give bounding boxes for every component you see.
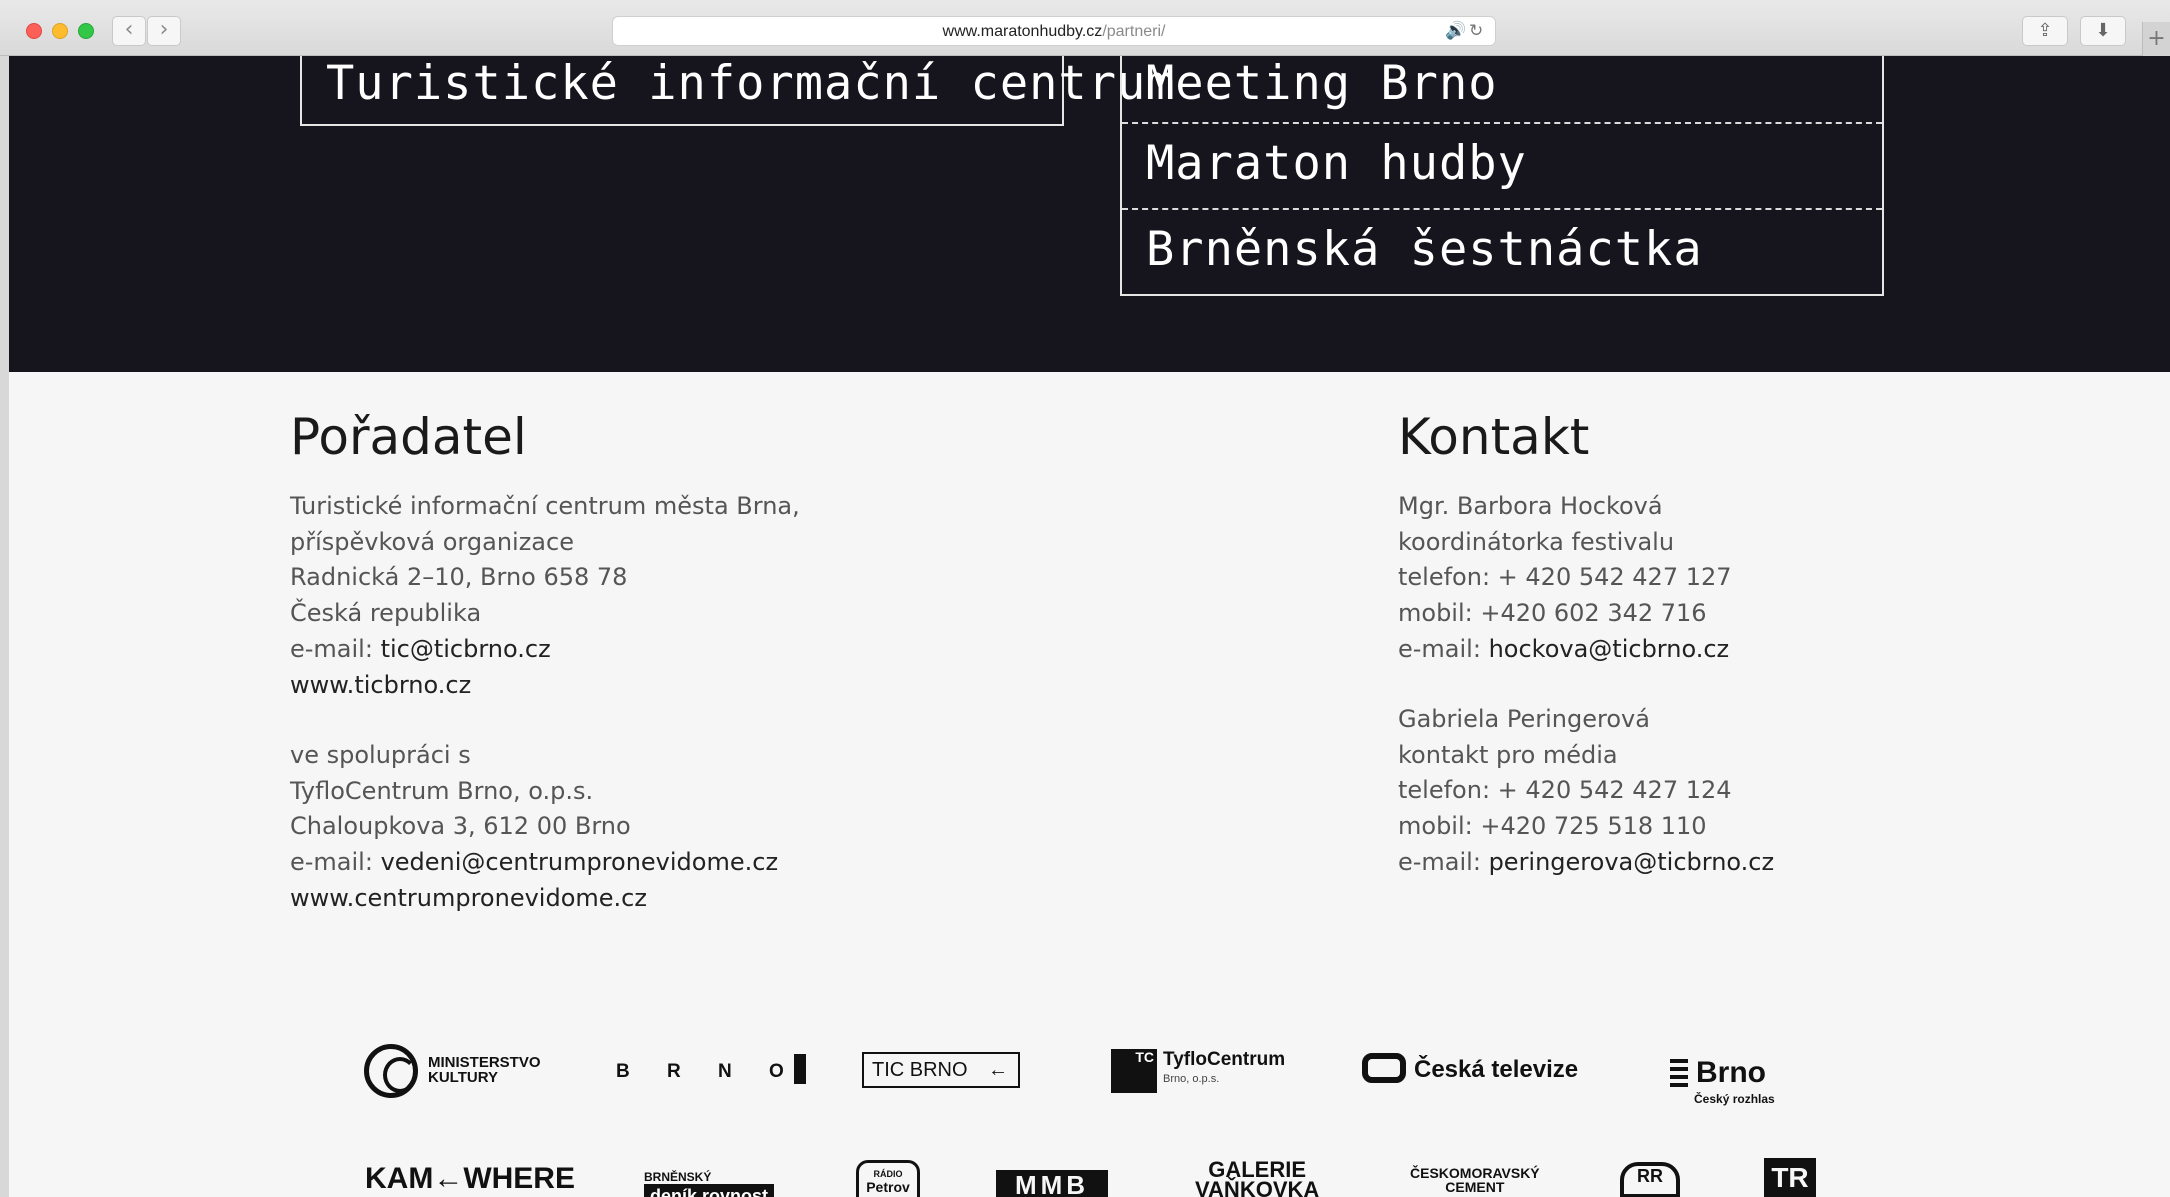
contact-mobile: mobil: +420 725 518 110 (1398, 812, 1707, 841)
contact-name: Gabriela Peringerová (1398, 705, 1650, 733)
tic-link-box[interactable]: Turistické informační centrum (300, 56, 1175, 126)
mmb-logo[interactable]: MMB (996, 1170, 1108, 1197)
partner-link-label[interactable]: Maraton hudby (1146, 136, 1527, 191)
address-line: Radnická 2–10, Brno 658 78 (290, 563, 628, 592)
logo-subtext: Český rozhlas (1694, 1092, 1775, 1106)
logo-text: KULTURY (428, 1069, 498, 1086)
logo-text: Petrov (866, 1179, 910, 1195)
chevron-right-icon: › (159, 17, 169, 42)
contact-role: koordinátorka festivalu (1398, 527, 1675, 556)
tic-brno-logo[interactable]: TIC BRNO ← (862, 1052, 1020, 1088)
partner-link-label[interactable]: Meeting Brno (1146, 56, 1498, 111)
back-button[interactable]: ‹ (112, 16, 146, 46)
email-line: e-mail: tic@ticbrno.cz (290, 632, 800, 668)
close-window-button[interactable] (26, 23, 42, 39)
address-line: TyfloCentrum Brno, o.p.s. (290, 776, 594, 805)
address-line: Chaloupkova 3, 612 00 Brno (290, 812, 631, 841)
ct-mark-icon (1362, 1053, 1406, 1083)
brno-bar-icon (793, 1054, 806, 1084)
radio-petrov-logo[interactable]: RÁDIO Petrov (856, 1160, 920, 1197)
galerie-vankovka-logo[interactable]: GALERIE VAŇKOVKA (1195, 1159, 1320, 1197)
ministerstvo-emblem-icon (364, 1044, 418, 1098)
download-button[interactable]: ⬇ (2080, 16, 2126, 46)
web-link[interactable]: www.ticbrno.cz (290, 668, 800, 704)
poradatel-address: Turistické informační centrum města Brna… (290, 489, 800, 703)
email-line: e-mail: hockova@ticbrno.cz (1398, 632, 1732, 668)
address-line: Turistické informační centrum města Brna… (290, 492, 800, 520)
partner-links-box: Meeting Brno Maraton hudby Brněnská šest… (1120, 56, 1884, 296)
email-label: e-mail: (290, 848, 381, 877)
logo-subtext: Brno, o.p.s. (1163, 1073, 1220, 1085)
logo-subtext: BRNĚNSKÝ (644, 1170, 712, 1184)
address-line: ve spolupráci s (290, 741, 471, 769)
logo-text: TIC BRNO (872, 1059, 968, 1081)
rr-logo[interactable]: RR (1620, 1162, 1680, 1197)
email-label: e-mail: (290, 634, 381, 663)
tic-link[interactable]: Turistické informační centrum (326, 56, 1176, 111)
email-line: e-mail: peringerova@ticbrno.cz (1398, 845, 1774, 881)
logo-text: deník rovnost (644, 1184, 775, 1197)
zoom-window-button[interactable] (78, 23, 94, 39)
ceska-televize-logo[interactable]: Česká televize (1362, 1053, 1578, 1084)
contact-person-2: Gabriela Peringerová kontakt pro média t… (1398, 702, 1774, 881)
logo-text: Česká televize (1414, 1056, 1579, 1083)
tyflocentrum-icon: TC (1111, 1049, 1157, 1093)
logo-text: B R N O (616, 1061, 800, 1082)
minimize-window-button[interactable] (52, 23, 68, 39)
cooperation-address: ve spolupráci s TyfloCentrum Brno, o.p.s… (290, 738, 778, 917)
email-label: e-mail: (1398, 634, 1489, 663)
email-label: e-mail: (1398, 847, 1489, 876)
url-path: /partneri/ (1102, 23, 1166, 40)
arrow-left-icon: ← (988, 1059, 1008, 1081)
logo-text: CEMENT (1445, 1179, 1505, 1195)
share-icon: ⇪ (2037, 20, 2053, 41)
browser-toolbar: ‹ › www.maratonhudby.cz/partneri/ 🔊 ↻ ⇪ … (0, 0, 2170, 56)
address-bar[interactable]: www.maratonhudby.cz/partneri/ 🔊 ↻ (612, 16, 1496, 46)
url-host: www.maratonhudby.cz (942, 23, 1103, 40)
logo-text: VAŇKOVKA (1195, 1177, 1320, 1197)
address-line: Česká republika (290, 599, 482, 628)
reload-icon[interactable]: ↻ (1469, 21, 1483, 41)
contact-role: kontakt pro média (1398, 740, 1618, 769)
window-edge (0, 56, 9, 1197)
partner-link-label[interactable]: Brněnská šestnáctka (1146, 222, 1703, 277)
plus-icon: + (2147, 26, 2166, 51)
chevron-left-icon: ‹ (124, 17, 134, 42)
denik-rovnost-logo[interactable]: BRNĚNSKÝ deník rovnost (644, 1170, 775, 1197)
contact-name: Mgr. Barbora Hocková (1398, 492, 1663, 520)
kontakt-heading: Kontakt (1398, 408, 1590, 466)
contact-phone: telefon: + 420 542 427 127 (1398, 563, 1732, 592)
email-link[interactable]: hockova@ticbrno.cz (1489, 635, 1730, 663)
cro-lines-icon (1670, 1059, 1688, 1087)
url-text: www.maratonhudby.cz/partneri/ (613, 23, 1495, 41)
contact-person-1: Mgr. Barbora Hocková koordinátorka festi… (1398, 489, 1732, 668)
email-link[interactable]: peringerova@ticbrno.cz (1489, 848, 1775, 876)
brno-logo[interactable]: B R N O (616, 1054, 806, 1084)
address-line: příspěvková organizace (290, 527, 574, 556)
logo-subtext: RÁDIO (873, 1169, 903, 1179)
logo-text: Brno (1696, 1056, 1766, 1089)
share-button[interactable]: ⇪ (2022, 16, 2068, 46)
forward-button[interactable]: › (147, 16, 181, 46)
email-link[interactable]: tic@ticbrno.cz (381, 635, 551, 663)
kamwhere-logo[interactable]: KAM←WHERE (365, 1162, 575, 1196)
partner-link-brnenska-sestnactka[interactable]: Brněnská šestnáctka (1122, 210, 1882, 296)
logo-text: ČESKOMORAVSKÝ (1410, 1165, 1540, 1181)
tr-logo[interactable]: TR (1764, 1158, 1816, 1197)
email-link[interactable]: vedeni@centrumpronevidome.cz (381, 848, 778, 876)
logo-text: TyfloCentrum (1163, 1049, 1286, 1070)
logo-text: MINISTERSTVO (428, 1054, 541, 1071)
download-icon: ⬇ (2095, 20, 2111, 41)
contact-phone: telefon: + 420 542 427 124 (1398, 776, 1732, 805)
contact-mobile: mobil: +420 602 342 716 (1398, 599, 1707, 628)
ceskomoravsky-cement-logo[interactable]: ČESKOMORAVSKÝ CEMENT (1410, 1166, 1540, 1194)
web-link[interactable]: www.centrumpronevidome.cz (290, 881, 778, 917)
partner-link-meeting-brno[interactable]: Meeting Brno (1122, 56, 1882, 124)
partner-link-maraton-hudby[interactable]: Maraton hudby (1122, 124, 1882, 210)
speaker-icon[interactable]: 🔊 (1445, 21, 1466, 41)
poradatel-heading: Pořadatel (290, 408, 527, 466)
email-line: e-mail: vedeni@centrumpronevidome.cz (290, 845, 778, 881)
new-tab-button[interactable]: + (2142, 22, 2170, 56)
